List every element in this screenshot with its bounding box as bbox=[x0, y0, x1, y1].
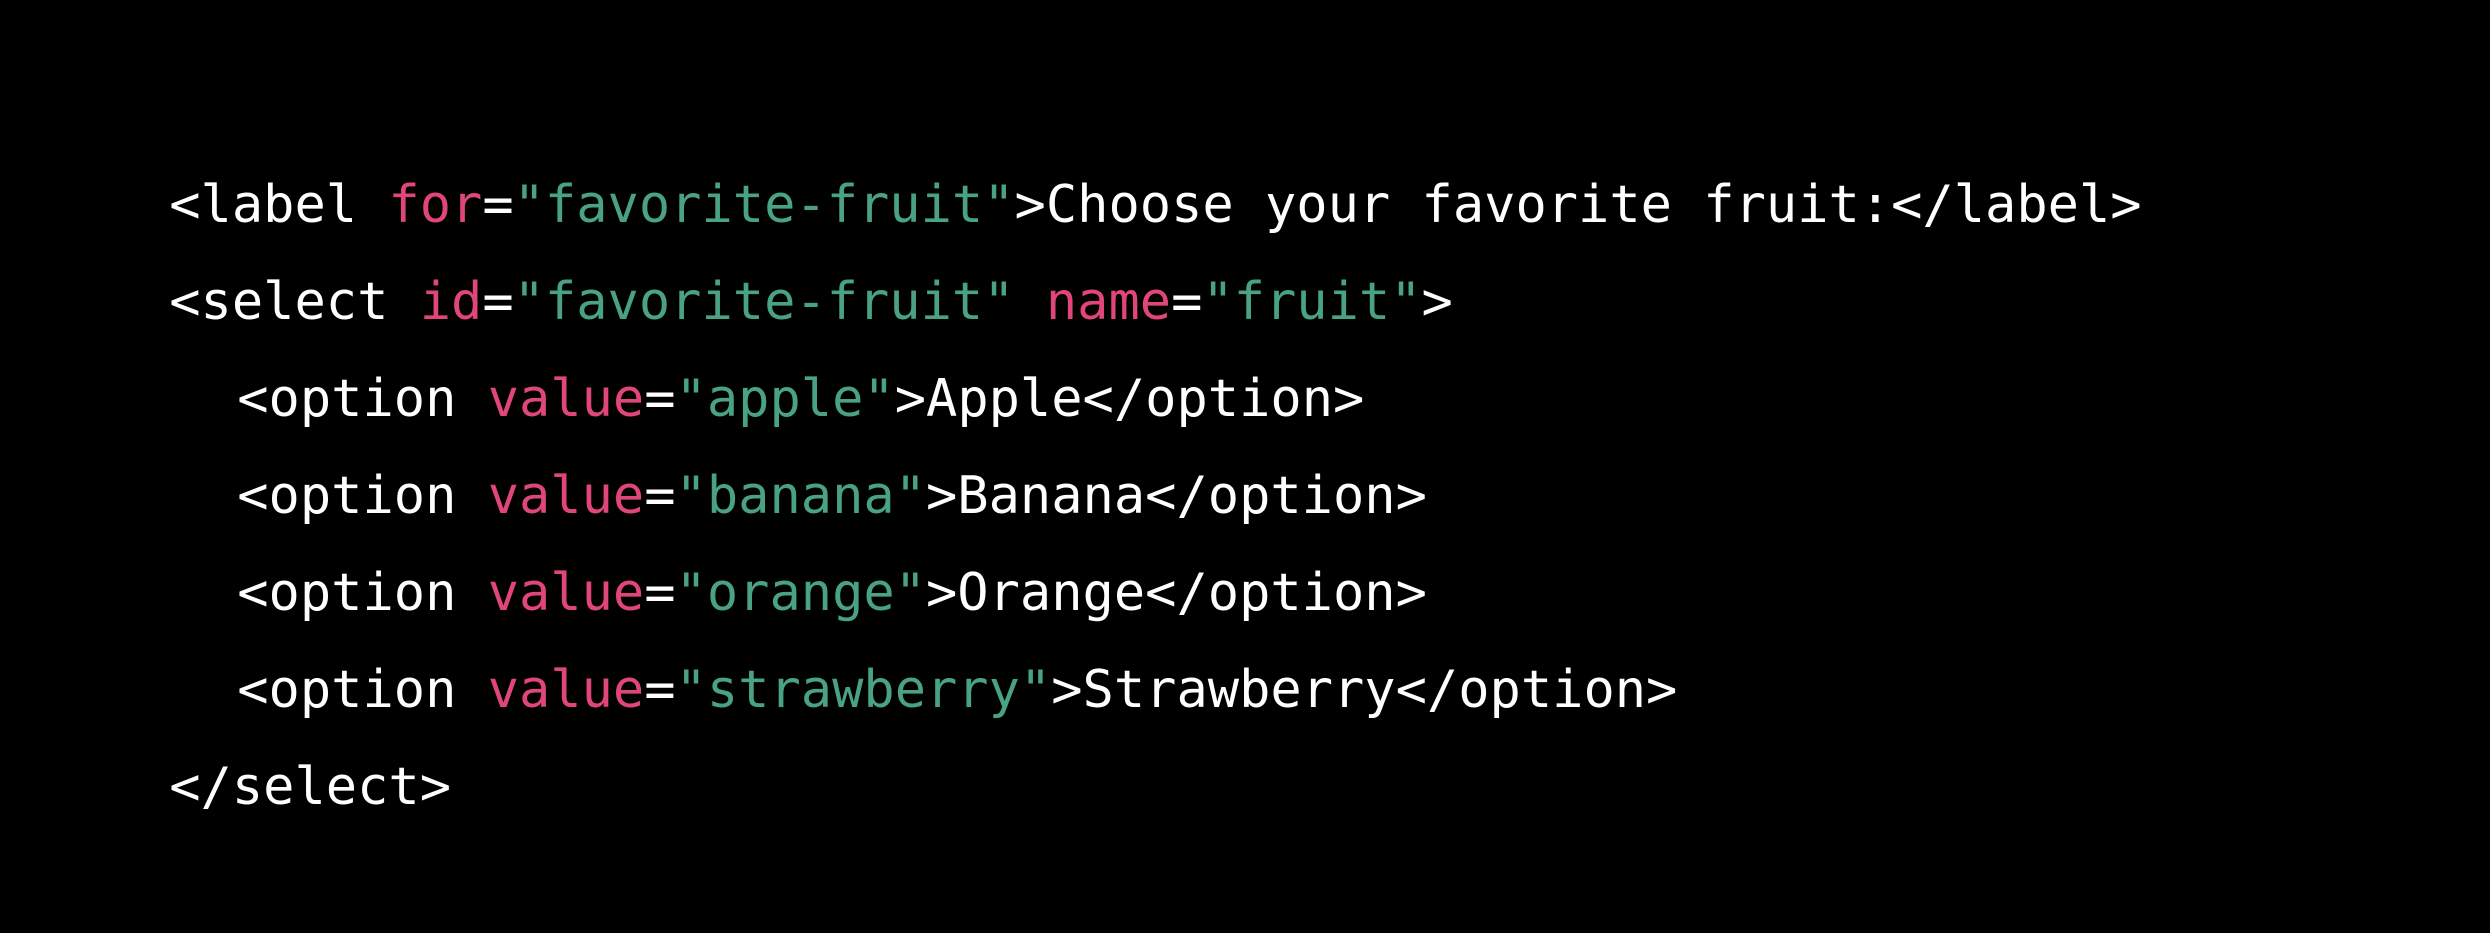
code-token-string: "orange" bbox=[675, 563, 926, 623]
code-token: >Choose your favorite fruit:</label> bbox=[1014, 175, 2142, 235]
code-token-string: "strawberry" bbox=[675, 660, 1052, 720]
code-token: = bbox=[644, 660, 676, 720]
code-token: = bbox=[1171, 272, 1203, 332]
code-token-attribute: for bbox=[388, 175, 483, 235]
code-token-string: "apple" bbox=[675, 369, 895, 429]
code-token: <option bbox=[237, 369, 488, 429]
code-token: <label bbox=[169, 175, 389, 235]
code-token-attribute: value bbox=[487, 369, 645, 429]
code-token: = bbox=[644, 466, 676, 526]
code-token-string: "favorite-fruit" bbox=[513, 175, 1015, 235]
code-token-string: "banana" bbox=[675, 466, 926, 526]
code-token: = bbox=[482, 175, 514, 235]
code-token: <option bbox=[237, 466, 488, 526]
code-line-label: <label for="favorite-fruit">Choose your … bbox=[44, 60, 2490, 235]
code-token-attribute: value bbox=[487, 466, 645, 526]
code-token: = bbox=[644, 563, 676, 623]
code-token-string: "favorite-fruit" bbox=[513, 272, 1015, 332]
code-token: <option bbox=[237, 660, 488, 720]
code-token: <select bbox=[169, 272, 420, 332]
code-token-attribute: id bbox=[419, 272, 483, 332]
code-token-attribute: name bbox=[1045, 272, 1172, 332]
code-token: = bbox=[644, 369, 676, 429]
code-token: >Banana</option> bbox=[926, 466, 1427, 526]
code-token: <option bbox=[237, 563, 488, 623]
code-token-string: "fruit" bbox=[1202, 272, 1422, 332]
code-token: </select> bbox=[169, 757, 451, 817]
code-token: >Orange</option> bbox=[926, 563, 1427, 623]
code-token: = bbox=[482, 272, 514, 332]
code-token-attribute: value bbox=[487, 660, 645, 720]
code-token: >Apple</option> bbox=[894, 369, 1365, 429]
code-token: >Strawberry</option> bbox=[1051, 660, 1678, 720]
code-token-attribute: value bbox=[487, 563, 645, 623]
code-block: <label for="favorite-fruit">Choose your … bbox=[0, 0, 2490, 817]
code-token: > bbox=[1421, 272, 1453, 332]
